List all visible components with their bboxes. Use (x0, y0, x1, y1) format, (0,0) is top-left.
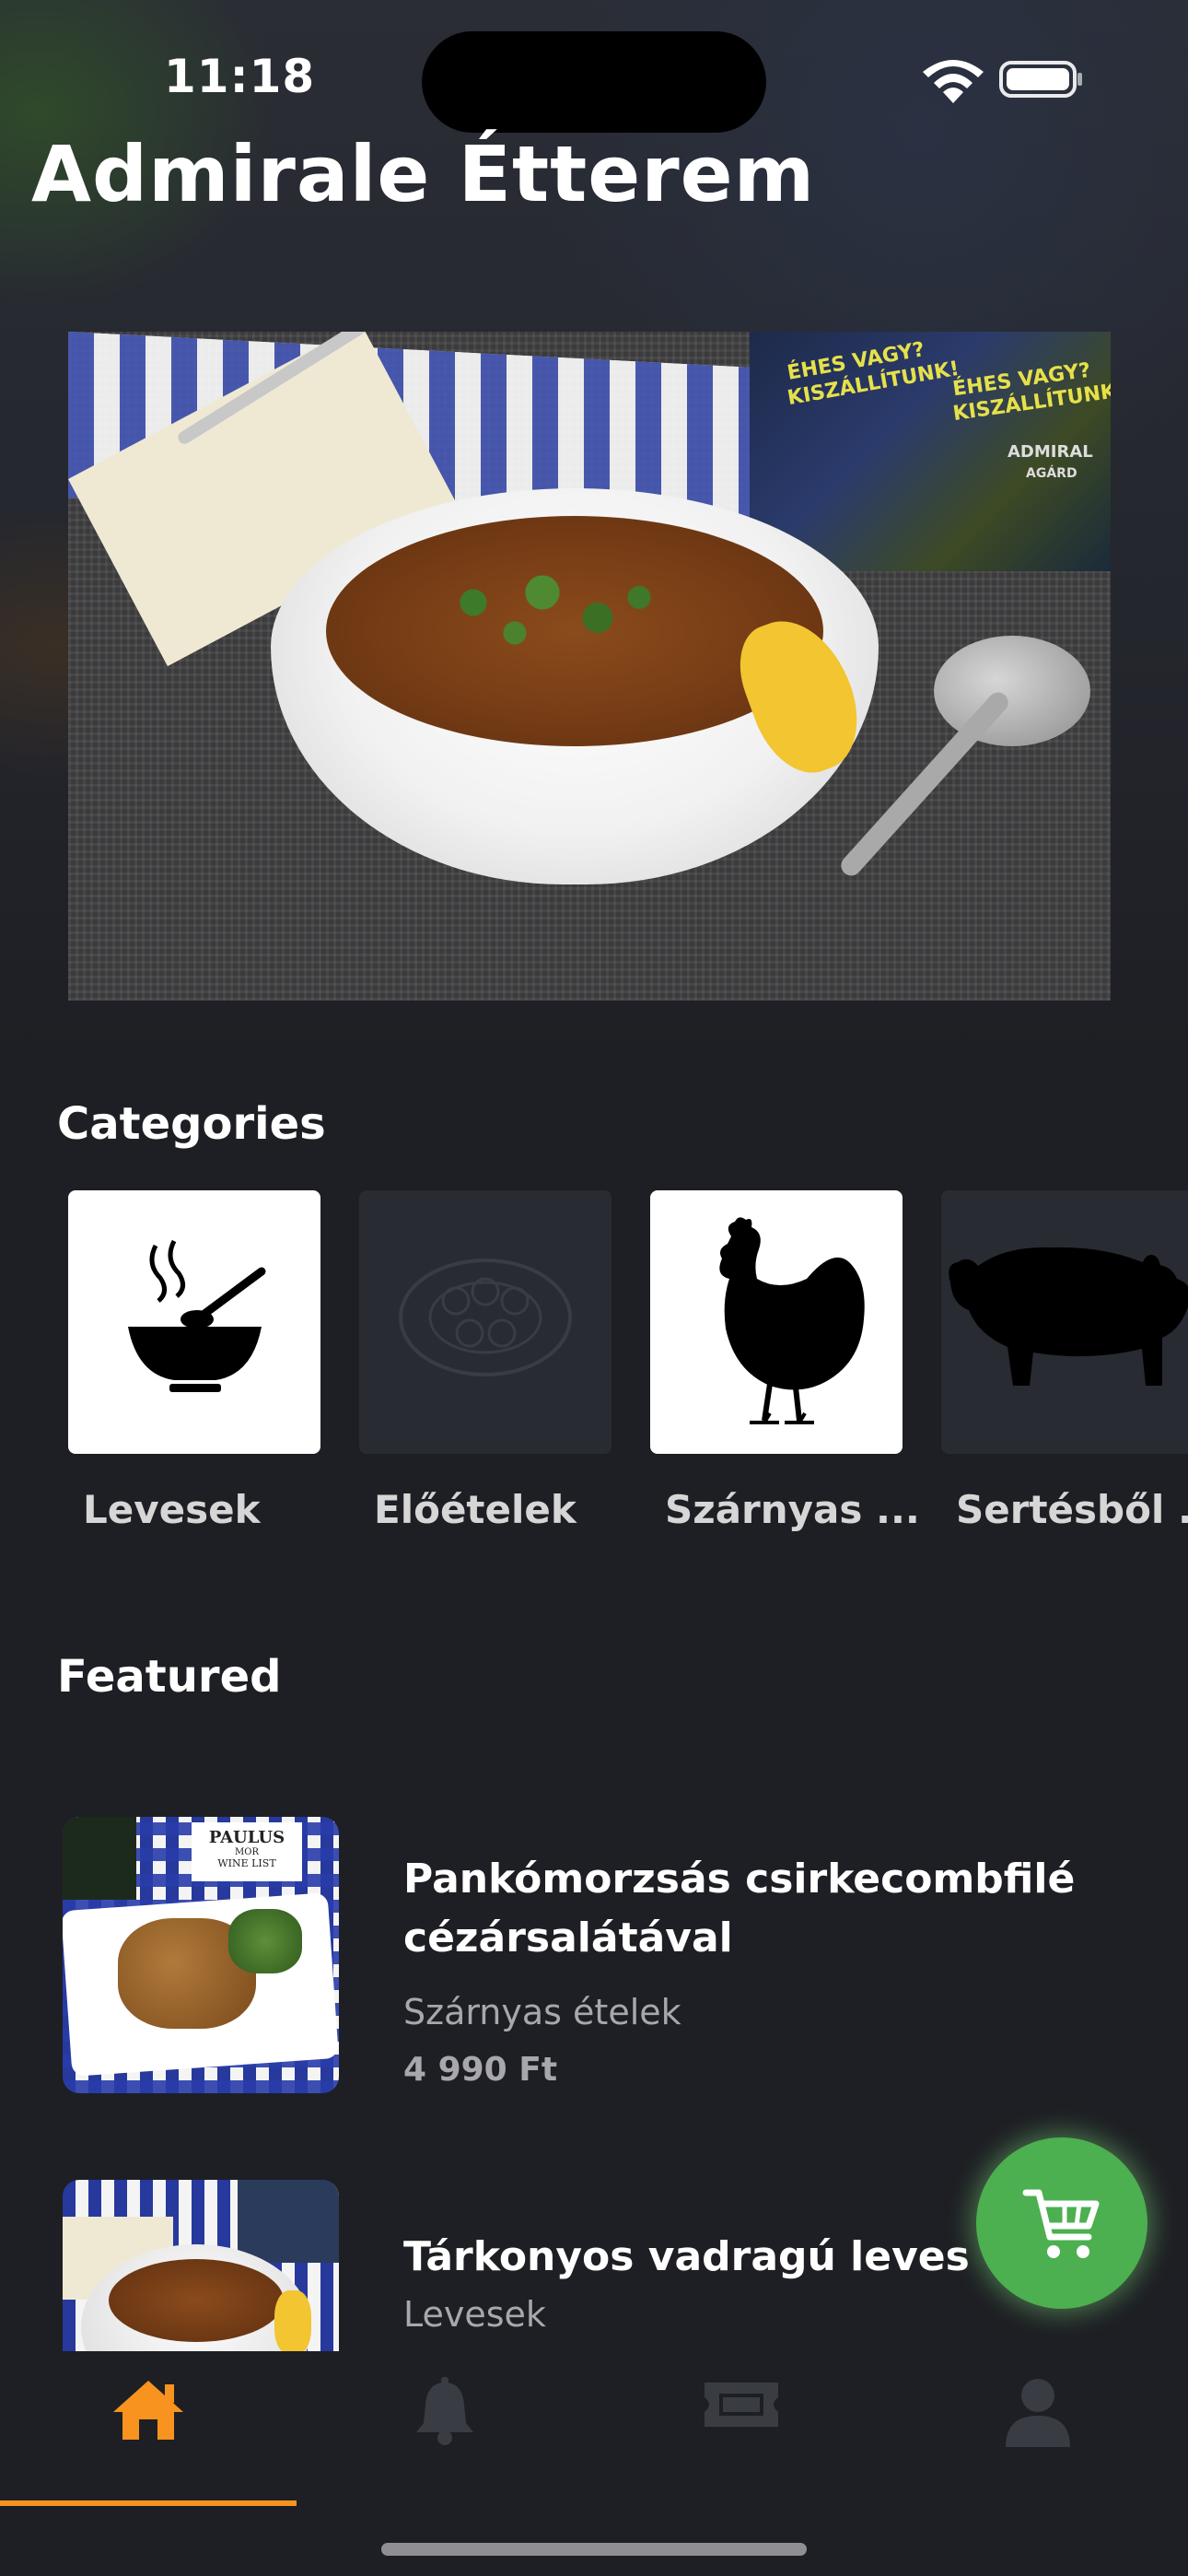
status-time: 11:18 (164, 50, 316, 103)
featured-item[interactable]: Tárkonyos vadragú leves Levesek (63, 2180, 1122, 2351)
cart-icon (1022, 2189, 1100, 2258)
herbs (418, 562, 694, 663)
pig-icon (949, 1247, 1188, 1386)
featured-item-name: Pankómorzsás csirkecombfilé (403, 1856, 1076, 1903)
category-label: Előételek (374, 1487, 577, 1532)
category-tile[interactable] (941, 1190, 1188, 1454)
bell-icon (416, 2377, 473, 2445)
categories-carousel[interactable]: Levesek Előételek Szárnyas ... Sertésből (68, 1190, 1188, 1559)
featured-item-price: 4 990 Ft (403, 2051, 558, 2089)
restaurant-title: Admirale Étterem (31, 129, 816, 219)
category-tile[interactable] (359, 1190, 611, 1454)
nav-home[interactable] (0, 2377, 297, 2506)
categories-title: Categories (57, 1098, 326, 1150)
featured-item-category: Szárnyas ételek (403, 1992, 681, 2032)
featured-item-thumbnail[interactable] (63, 2180, 339, 2351)
category-eloetelek[interactable]: Előételek (359, 1190, 611, 1532)
nav-tickets[interactable] (593, 2377, 890, 2460)
featured-item[interactable]: PAULUS MOR WINE LIST Pankómorzsás csirke… (63, 1817, 1122, 2093)
category-label: Sertésből ... (956, 1487, 1188, 1532)
dynamic-island (422, 31, 766, 133)
featured-item-thumbnail[interactable]: PAULUS MOR WINE LIST (63, 1817, 339, 2093)
category-sertesbol[interactable]: Sertésből ... (941, 1190, 1188, 1532)
flyer: ÉHES VAGY? KISZÁLLÍTUNK! ÉHES VAGY? KISZ… (750, 332, 1111, 571)
wifi-icon (923, 60, 984, 103)
category-tile[interactable] (650, 1190, 903, 1454)
hero-image[interactable]: ÉHES VAGY? KISZÁLLÍTUNK! ÉHES VAGY? KISZ… (68, 332, 1111, 1001)
category-label: Levesek (83, 1487, 261, 1532)
category-levesek[interactable]: Levesek (68, 1190, 320, 1532)
chicken-icon (719, 1217, 865, 1424)
featured-item-category: Levesek (403, 2294, 546, 2335)
featured-title: Featured (57, 1651, 282, 1703)
soup-bowl-icon (128, 1239, 266, 1392)
category-tile[interactable] (68, 1190, 320, 1454)
profile-icon (1006, 2379, 1070, 2447)
battery-icon (999, 61, 1082, 98)
cart-button[interactable] (976, 2137, 1147, 2309)
nav-active-indicator (0, 2500, 297, 2506)
spoon (934, 636, 1090, 746)
home-indicator (381, 2543, 807, 2556)
home-icon (113, 2381, 183, 2440)
category-label: Szárnyas ... (665, 1487, 920, 1532)
featured-item-name-line2: cézársalátával (403, 1914, 733, 1961)
appetizer-plate-icon (399, 1259, 572, 1376)
ticket-icon (705, 2383, 778, 2427)
nav-notifications[interactable] (297, 2377, 593, 2460)
category-szarnyas[interactable]: Szárnyas ... (650, 1190, 920, 1532)
nav-profile[interactable] (890, 2377, 1186, 2460)
